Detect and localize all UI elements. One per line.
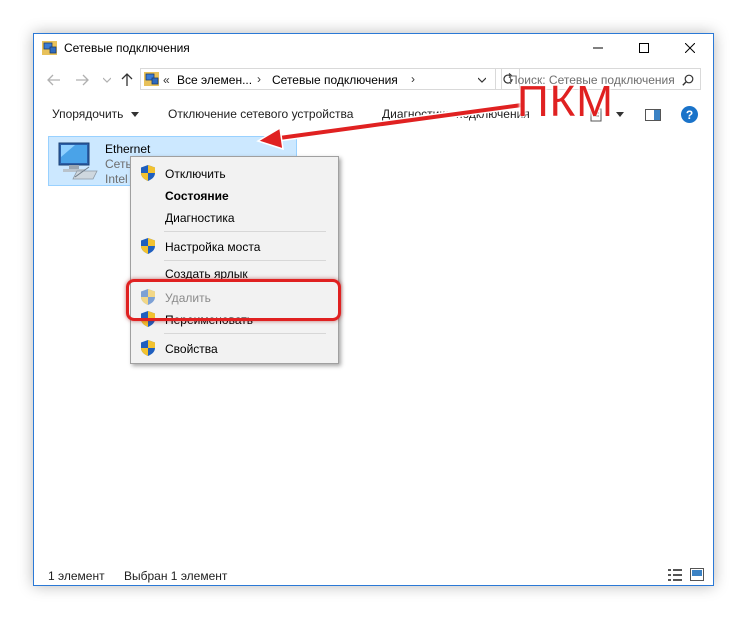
delete-highlight-frame — [126, 279, 341, 321]
minimize-button[interactable] — [575, 34, 621, 62]
uac-shield-icon — [141, 238, 155, 254]
chevron-down-icon — [103, 77, 111, 83]
breadcrumb-network-connections[interactable]: Сетевые подключения — [272, 73, 398, 87]
context-menu: Отключить Состояние Диагностика Настройк… — [130, 156, 339, 364]
menu-item-bridge[interactable]: Настройка моста — [165, 240, 260, 254]
chevron-right-icon[interactable]: › — [257, 72, 261, 86]
title-bar[interactable]: Сетевые подключения — [34, 34, 713, 62]
help-icon[interactable]: ? — [681, 106, 698, 123]
svg-text:?: ? — [686, 108, 693, 122]
arrow-up-icon — [121, 73, 133, 86]
chevron-down-icon[interactable] — [478, 77, 486, 83]
arrow-right-icon — [76, 74, 89, 86]
back-button[interactable] — [45, 71, 63, 89]
arrow-left-icon — [47, 74, 60, 86]
menu-item-disable[interactable]: Отключить — [165, 167, 226, 181]
window-title: Сетевые подключения — [64, 41, 190, 55]
item-name: Ethernet — [105, 142, 151, 156]
address-bar[interactable]: « Все элемен... › Сетевые подключения › — [140, 68, 496, 90]
status-bar: 1 элемент Выбран 1 элемент — [34, 564, 713, 584]
network-folder-icon — [42, 41, 57, 55]
menu-separator — [164, 260, 326, 261]
caret-down-icon — [130, 112, 139, 117]
uac-shield-icon — [141, 340, 155, 356]
menu-separator — [164, 231, 326, 232]
forward-button[interactable] — [73, 71, 91, 89]
preview-pane-icon[interactable] — [645, 109, 661, 121]
search-icon[interactable] — [682, 74, 694, 86]
minimize-icon — [593, 47, 603, 49]
close-icon — [685, 43, 695, 53]
menu-item-diagnose[interactable]: Диагностика — [165, 211, 235, 225]
up-button[interactable] — [118, 71, 136, 89]
item-adapter-text: Intel — [105, 172, 128, 186]
large-icons-view-icon[interactable] — [690, 568, 704, 581]
uac-shield-icon — [141, 165, 155, 181]
item-network-text: Сеть — [105, 157, 132, 171]
chevron-right-icon[interactable]: › — [411, 72, 415, 86]
details-view-icon[interactable] — [668, 569, 682, 581]
item-count: 1 элемент — [48, 569, 105, 583]
close-button[interactable] — [667, 34, 713, 62]
menu-item-status[interactable]: Состояние — [165, 189, 229, 203]
recent-locations-button[interactable] — [98, 71, 116, 89]
network-adapter-icon — [58, 142, 98, 180]
selection-count: Выбран 1 элемент — [124, 569, 228, 583]
address-overflow[interactable]: « — [163, 73, 170, 87]
maximize-button[interactable] — [621, 34, 667, 62]
organize-button[interactable]: Упорядочить — [52, 107, 139, 121]
maximize-icon — [639, 43, 649, 53]
menu-separator — [164, 333, 326, 334]
breadcrumb-all-items[interactable]: Все элемен... — [177, 73, 252, 87]
network-folder-icon — [144, 72, 159, 86]
caret-down-icon[interactable] — [616, 112, 624, 118]
annotation-label: ПКМ — [517, 77, 614, 126]
organize-label: Упорядочить — [52, 107, 124, 121]
annotation-arrow-icon — [256, 101, 525, 151]
menu-item-properties[interactable]: Свойства — [165, 342, 218, 356]
